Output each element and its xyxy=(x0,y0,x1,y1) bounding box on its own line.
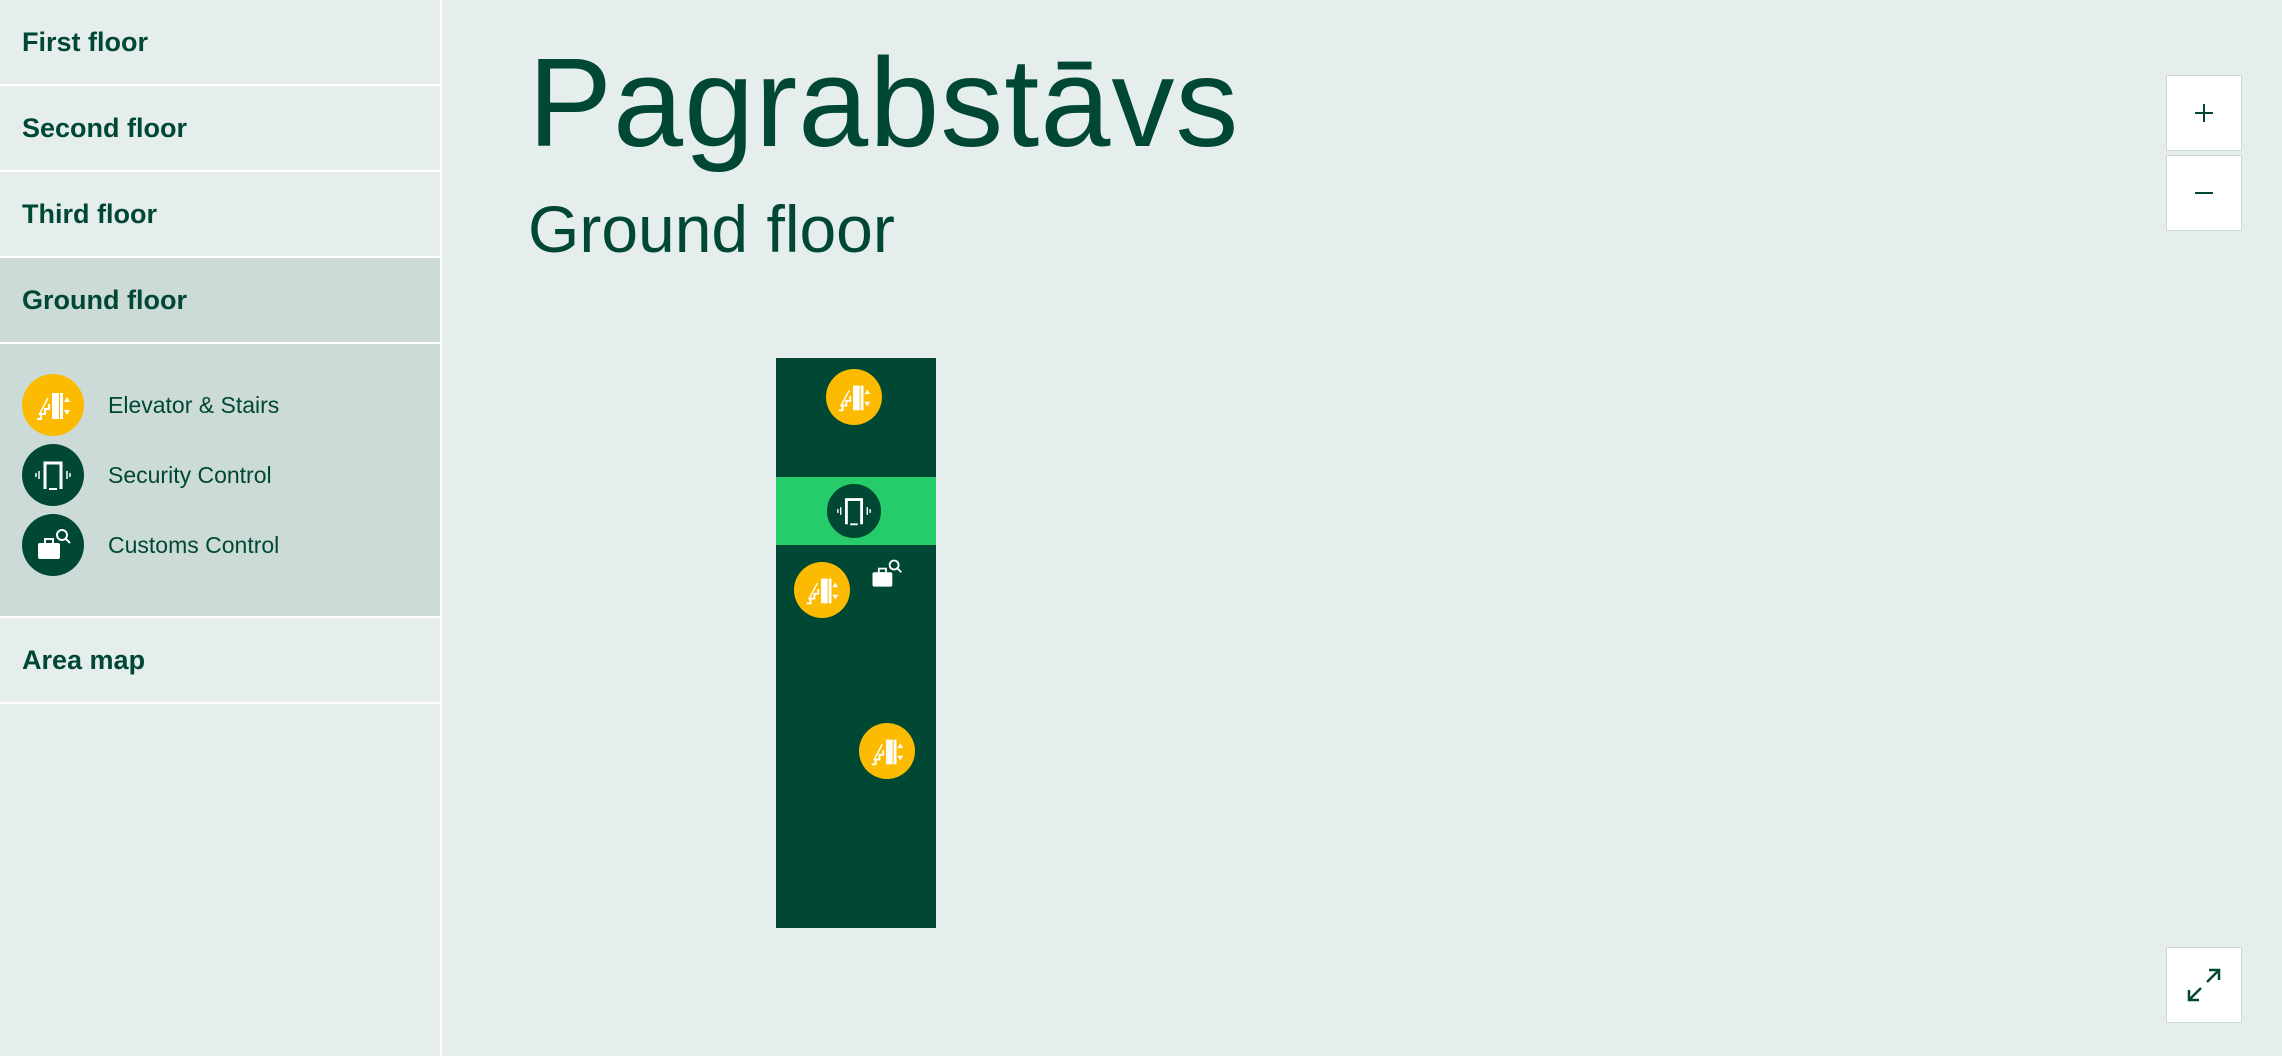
floor-item-third[interactable]: Third floor xyxy=(0,172,440,258)
elevator-stairs-icon[interactable] xyxy=(859,723,915,779)
floor-item-ground[interactable]: Ground floor xyxy=(0,258,440,344)
floor-item-first[interactable]: First floor xyxy=(0,0,440,86)
legend-label: Elevator & Stairs xyxy=(108,391,280,418)
customs-bag-icon xyxy=(22,514,84,576)
expand-icon xyxy=(2187,968,2221,1002)
legend-label: Customs Control xyxy=(108,531,280,558)
legend-item-elevator[interactable]: Elevator & Stairs xyxy=(0,374,440,436)
legend-item-security[interactable]: Security Control xyxy=(0,444,440,506)
legend-item-customs[interactable]: Customs Control xyxy=(0,514,440,576)
security-gate-icon[interactable] xyxy=(826,483,882,539)
elevator-stairs-icon[interactable] xyxy=(826,369,882,425)
plus-icon xyxy=(2195,104,2213,122)
page-title: Pagrabstāvs xyxy=(528,32,1240,173)
app: First floor Second floor Third floor Gro… xyxy=(0,0,2282,1056)
floor-map[interactable] xyxy=(776,358,936,928)
elevator-stairs-icon xyxy=(22,374,84,436)
customs-bag-icon[interactable] xyxy=(868,556,904,597)
elevator-stairs-icon[interactable] xyxy=(794,562,850,618)
sidebar: First floor Second floor Third floor Gro… xyxy=(0,0,442,1056)
zoom-out-button[interactable] xyxy=(2166,155,2242,231)
floor-item-second[interactable]: Second floor xyxy=(0,86,440,172)
fullscreen-button[interactable] xyxy=(2166,947,2242,1023)
page-subtitle: Ground floor xyxy=(528,192,895,266)
area-map-link[interactable]: Area map xyxy=(0,618,440,704)
zoom-in-button[interactable] xyxy=(2166,75,2242,151)
legend-label: Security Control xyxy=(108,461,272,488)
minus-icon xyxy=(2195,192,2213,194)
security-gate-icon xyxy=(22,444,84,506)
legend-panel: Elevator & Stairs Security Control Custo… xyxy=(0,344,440,618)
